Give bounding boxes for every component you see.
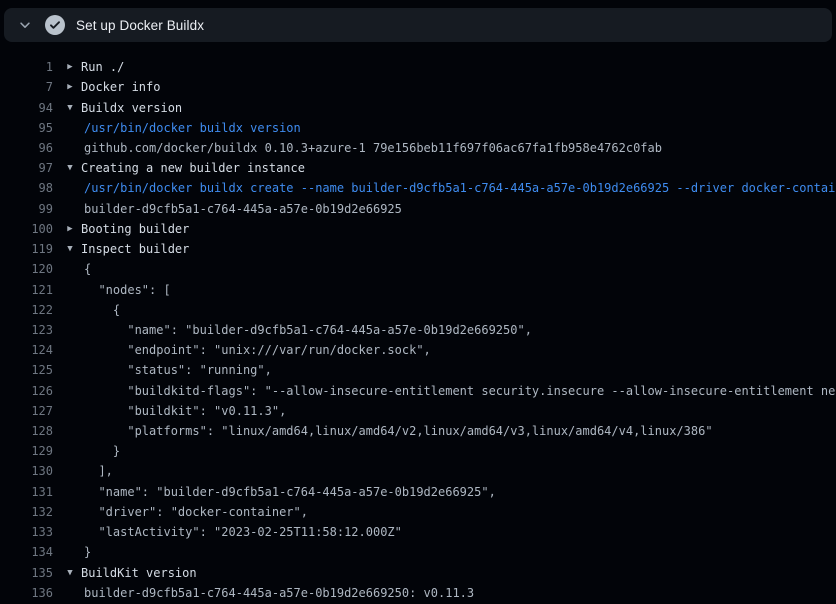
log-line: 133 "lastActivity": "2023-02-25T11:58:12… [0,522,836,542]
line-number[interactable]: 95 [0,121,53,135]
line-number[interactable]: 130 [0,464,53,478]
line-number[interactable]: 134 [0,545,53,559]
log-text: "buildkitd-flags": "--allow-insecure-ent… [84,384,836,398]
line-number[interactable]: 135 [0,566,53,580]
log-text: ], [84,464,113,478]
line-number[interactable]: 132 [0,505,53,519]
line-number[interactable]: 96 [0,141,53,155]
log-line: 132 "driver": "docker-container", [0,502,836,522]
line-number[interactable]: 1 [0,60,53,74]
line-number[interactable]: 99 [0,202,53,216]
log-line: 122 { [0,300,836,320]
log-line: 99 builder-d9cfb5a1-c764-445a-a57e-0b19d… [0,199,836,219]
log-text: /usr/bin/docker buildx version [84,121,301,135]
log-line: 96 github.com/docker/buildx 0.10.3+azure… [0,138,836,158]
log-text: { [84,303,120,317]
chevron-down-icon: ▼ [65,163,75,173]
log-line: 125 "status": "running", [0,360,836,380]
line-number[interactable]: 97 [0,161,53,175]
log-text: "status": "running", [84,363,272,377]
log-text: github.com/docker/buildx 0.10.3+azure-1 … [84,141,662,155]
log-line: 136 builder-d9cfb5a1-c764-445a-a57e-0b19… [0,583,836,603]
chevron-right-icon: ▶ [65,224,75,234]
log-text: "nodes": [ [84,283,171,297]
log-text: Creating a new builder instance [81,161,305,175]
log-line[interactable]: 7 ▶ Docker info [0,77,836,97]
log-text: Booting builder [81,222,189,236]
log-text: "platforms": "linux/amd64,linux/amd64/v2… [84,424,713,438]
line-number[interactable]: 121 [0,283,53,297]
log-text: Run ./ [81,60,124,74]
log-line: 121 "nodes": [ [0,279,836,299]
chevron-down-icon: ▼ [65,244,75,254]
chevron-down-icon[interactable] [18,18,32,32]
step-group-header[interactable]: Set up Docker Buildx [4,8,832,42]
log-text: { [84,262,91,276]
log-text: "endpoint": "unix:///var/run/docker.sock… [84,343,431,357]
log-line: 123 "name": "builder-d9cfb5a1-c764-445a-… [0,320,836,340]
log-text: BuildKit version [81,566,197,580]
log-line: 129 } [0,441,836,461]
line-number[interactable]: 94 [0,101,53,115]
line-number[interactable]: 136 [0,586,53,600]
log-line: 120 { [0,259,836,279]
log-line[interactable]: 97 ▼ Creating a new builder instance [0,158,836,178]
chevron-down-icon: ▼ [65,103,75,113]
log-line: 128 "platforms": "linux/amd64,linux/amd6… [0,421,836,441]
check-circle-icon [45,15,65,35]
log-text: "driver": "docker-container", [84,505,308,519]
log-line: 98 /usr/bin/docker buildx create --name … [0,178,836,198]
line-number[interactable]: 133 [0,525,53,539]
line-number[interactable]: 119 [0,242,53,256]
line-number[interactable]: 125 [0,363,53,377]
line-number[interactable]: 126 [0,384,53,398]
chevron-right-icon: ▶ [65,82,75,92]
line-number[interactable]: 127 [0,404,53,418]
log-text: "name": "builder-d9cfb5a1-c764-445a-a57e… [84,323,532,337]
log-text: /usr/bin/docker buildx create --name bui… [84,181,836,195]
line-number[interactable]: 122 [0,303,53,317]
line-number[interactable]: 100 [0,222,53,236]
log-line[interactable]: 119 ▼ Inspect builder [0,239,836,259]
log-text: builder-d9cfb5a1-c764-445a-a57e-0b19d2e6… [84,586,474,600]
log-text: builder-d9cfb5a1-c764-445a-a57e-0b19d2e6… [84,202,402,216]
chevron-right-icon: ▶ [65,62,75,72]
line-number[interactable]: 131 [0,485,53,499]
log-line: 131 "name": "builder-d9cfb5a1-c764-445a-… [0,482,836,502]
log-line: 134 } [0,542,836,562]
log-line[interactable]: 135 ▼ BuildKit version [0,562,836,582]
log-text: Docker info [81,80,160,94]
log-line: 124 "endpoint": "unix:///var/run/docker.… [0,340,836,360]
log-line: 130 ], [0,461,836,481]
line-number[interactable]: 7 [0,80,53,94]
log-text: Buildx version [81,101,182,115]
log-text: "lastActivity": "2023-02-25T11:58:12.000… [84,525,402,539]
line-number[interactable]: 98 [0,181,53,195]
log-lines: 1 ▶ Run ./ 7 ▶ Docker info 94 ▼ Buildx v… [0,42,836,603]
log-text: "buildkit": "v0.11.3", [84,404,286,418]
log-line: 126 "buildkitd-flags": "--allow-insecure… [0,381,836,401]
log-text: Inspect builder [81,242,189,256]
log-line[interactable]: 94 ▼ Buildx version [0,97,836,117]
log-line: 127 "buildkit": "v0.11.3", [0,401,836,421]
chevron-down-icon: ▼ [65,568,75,578]
line-number[interactable]: 120 [0,262,53,276]
step-title: Set up Docker Buildx [76,18,204,33]
line-number[interactable]: 124 [0,343,53,357]
log-line: 95 /usr/bin/docker buildx version [0,118,836,138]
line-number[interactable]: 128 [0,424,53,438]
log-text: } [84,444,120,458]
log-line[interactable]: 1 ▶ Run ./ [0,57,836,77]
line-number[interactable]: 129 [0,444,53,458]
log-line[interactable]: 100 ▶ Booting builder [0,219,836,239]
line-number[interactable]: 123 [0,323,53,337]
log-text: "name": "builder-d9cfb5a1-c764-445a-a57e… [84,485,496,499]
log-text: } [84,545,91,559]
